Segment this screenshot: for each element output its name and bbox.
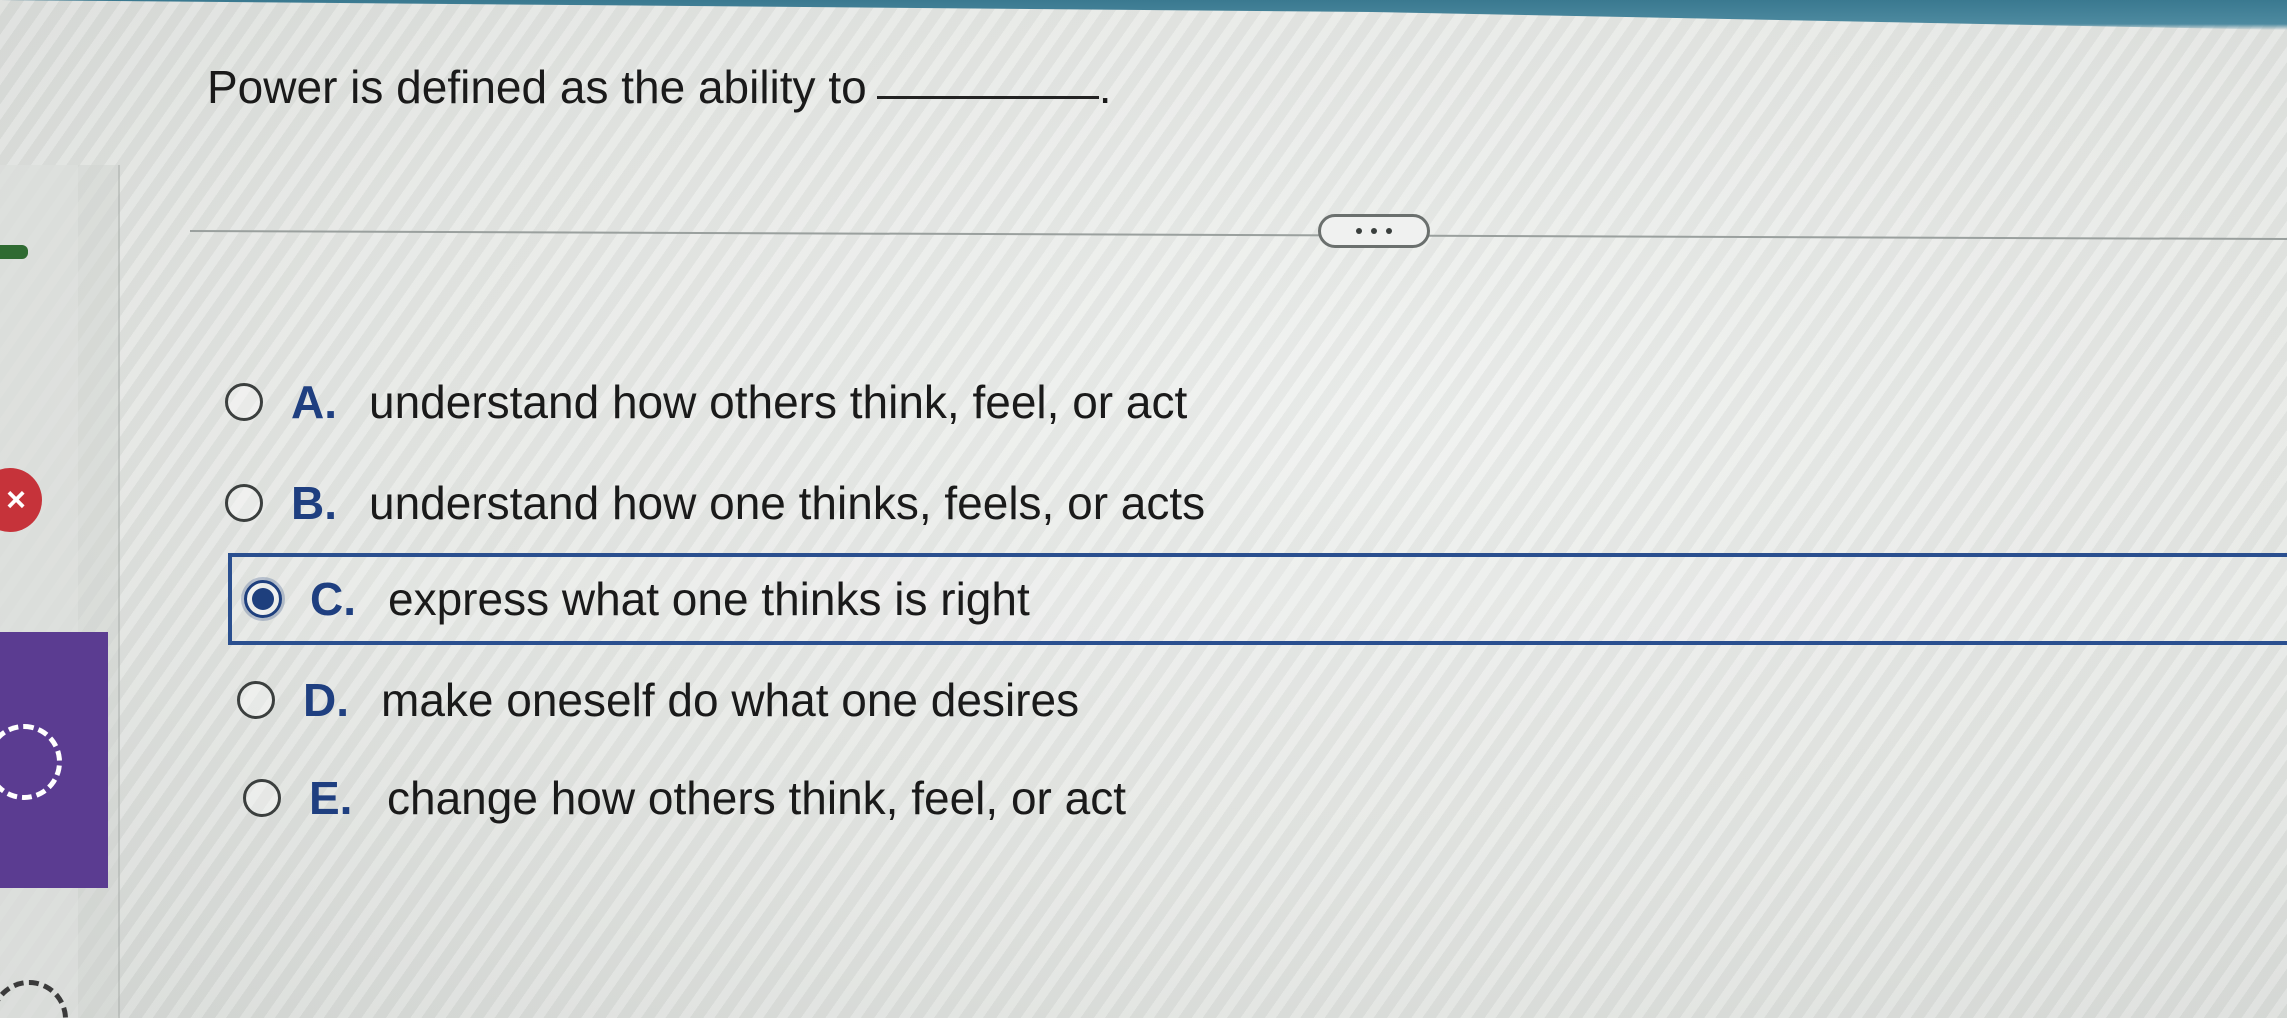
screen: × Power is defined as the ability to. A.… <box>0 0 2287 1018</box>
radio-checked-dot <box>252 588 274 610</box>
option-text: understand how others think, feel, or ac… <box>369 376 1188 428</box>
radio-button-selected[interactable] <box>244 580 282 618</box>
radio-button[interactable] <box>243 779 281 817</box>
ellipsis-icon <box>1371 228 1377 234</box>
answer-option-c[interactable]: C. express what one thinks is right <box>228 553 2287 645</box>
ellipsis-icon <box>1356 228 1362 234</box>
rail-indicator <box>0 245 28 259</box>
answer-option-d[interactable]: D. make oneself do what one desires <box>237 668 1079 732</box>
top-bar <box>0 0 2287 30</box>
option-letter: A. <box>291 376 337 428</box>
question-text: Power is defined as the ability to <box>207 61 867 113</box>
more-options-button[interactable] <box>1318 214 1430 248</box>
radio-button[interactable] <box>237 681 275 719</box>
left-rail-panel <box>0 165 78 1018</box>
radio-button[interactable] <box>225 383 263 421</box>
radio-button[interactable] <box>225 484 263 522</box>
option-text: make oneself do what one desires <box>381 674 1080 726</box>
question-prompt: Power is defined as the ability to. <box>207 60 1111 114</box>
option-text: understand how one thinks, feels, or act… <box>369 477 1206 529</box>
option-letter: C. <box>310 573 356 625</box>
option-letter: E. <box>309 772 353 824</box>
option-text: express what one thinks is right <box>388 573 1030 625</box>
question-end-punct: . <box>1098 61 1112 113</box>
option-letter: D. <box>303 674 349 726</box>
answer-option-b[interactable]: B. understand how one thinks, feels, or … <box>225 471 1205 535</box>
option-letter: B. <box>291 477 337 529</box>
option-text: change how others think, feel, or act <box>387 772 1126 824</box>
answer-blank <box>876 96 1099 99</box>
section-divider <box>189 230 2287 241</box>
answer-option-a[interactable]: A. understand how others think, feel, or… <box>225 370 1187 434</box>
ellipsis-icon <box>1386 228 1392 234</box>
answer-option-e[interactable]: E. change how others think, feel, or act <box>243 766 1126 830</box>
